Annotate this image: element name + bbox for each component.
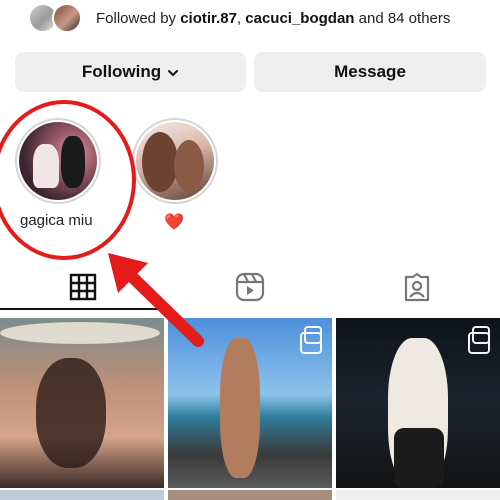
- separator: ,: [236, 9, 242, 27]
- tagged-icon: [404, 272, 430, 302]
- following-button-label: Following: [81, 62, 162, 81]
- next-row-thumbnails: [0, 490, 500, 500]
- post-thumbnail[interactable]: [336, 318, 500, 488]
- tab-reels[interactable]: [233, 270, 267, 304]
- tab-posts[interactable]: [66, 270, 100, 304]
- tab-tagged[interactable]: [400, 270, 434, 304]
- follower-username[interactable]: cacuci_bogdan: [245, 10, 354, 27]
- message-button-label: Message: [334, 62, 406, 81]
- carousel-icon: [468, 326, 490, 354]
- post-thumbnail[interactable]: [168, 490, 332, 500]
- follower-avatars: [28, 0, 88, 36]
- following-button[interactable]: Following: [15, 52, 246, 92]
- reels-icon: [235, 272, 265, 302]
- followed-by-prefix: Followed by: [96, 9, 177, 27]
- annotation-arrow: [108, 253, 204, 347]
- follower-username[interactable]: ciotir.87: [180, 10, 237, 27]
- grid-icon: [69, 273, 97, 301]
- post-thumbnail[interactable]: [336, 490, 500, 500]
- post-thumbnail[interactable]: [0, 490, 164, 500]
- story-highlight[interactable]: [132, 118, 218, 204]
- highlight-cover: [136, 122, 214, 200]
- chevron-down-icon: [168, 70, 179, 77]
- annotation-circle: [0, 100, 136, 260]
- avatar: [52, 3, 82, 33]
- profile-tabs: [0, 262, 500, 312]
- followed-by-text: Followed by ciotir.87, cacuci_bogdan and…: [96, 10, 450, 27]
- carousel-icon: [300, 326, 322, 354]
- highlight-label: ❤️: [164, 214, 184, 231]
- followed-by-row[interactable]: Followed by ciotir.87, cacuci_bogdan and…: [28, 0, 450, 36]
- followed-by-suffix: and 84 others: [358, 9, 451, 27]
- message-button[interactable]: Message: [254, 52, 486, 92]
